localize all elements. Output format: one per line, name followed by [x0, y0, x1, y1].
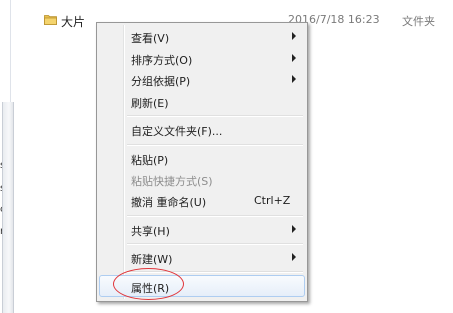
menu-item-group-by[interactable]: 分组依据(P): [99, 69, 305, 89]
menu-item-label: 排序方式(O): [131, 54, 193, 67]
menu-item-undo-rename[interactable]: 撤消 重命名(U) Ctrl+Z: [99, 190, 305, 210]
menu-item-label: 粘贴(P): [131, 154, 169, 167]
menu-item-customize-folder[interactable]: 自定义文件夹(F)...: [99, 119, 305, 139]
menu-item-shortcut: Ctrl+Z: [254, 194, 291, 207]
navigation-scrollbar[interactable]: [2, 102, 14, 313]
submenu-arrow-icon: [292, 54, 296, 62]
menu-item-label: 共享(H): [131, 225, 170, 238]
submenu-arrow-icon: [292, 253, 296, 261]
file-type: 文件夹: [402, 15, 435, 28]
menu-item-view[interactable]: 查看(V): [99, 26, 305, 46]
menu-item-label: 刷新(E): [131, 97, 169, 110]
context-menu: 查看(V) 排序方式(O) 分组依据(P) 刷新(E) 自定义文件夹(F)...…: [96, 22, 308, 302]
menu-separator: [127, 115, 303, 117]
menu-separator: [127, 215, 303, 217]
menu-separator: [127, 144, 303, 146]
submenu-arrow-icon: [292, 32, 296, 40]
menu-separator: [127, 243, 303, 245]
submenu-arrow-icon: [292, 75, 296, 83]
menu-item-refresh[interactable]: 刷新(E): [99, 91, 305, 111]
file-name: 大片: [61, 15, 86, 29]
menu-item-label: 新建(W): [131, 253, 173, 266]
menu-item-label: 自定义文件夹(F)...: [131, 125, 223, 138]
menu-item-paste-shortcut: 粘贴快捷方式(S): [99, 169, 305, 189]
menu-item-paste[interactable]: 粘贴(P): [99, 148, 305, 168]
menu-item-label: 撤消 重命名(U): [131, 196, 207, 209]
menu-item-label: 分组依据(P): [131, 75, 191, 88]
menu-item-new[interactable]: 新建(W): [99, 247, 305, 267]
annotation-circle: [113, 268, 184, 300]
submenu-arrow-icon: [292, 225, 296, 233]
menu-item-sort-by[interactable]: 排序方式(O): [99, 48, 305, 68]
menu-item-label: 粘贴快捷方式(S): [131, 175, 213, 188]
menu-item-label: 查看(V): [131, 32, 170, 45]
menu-item-share[interactable]: 共享(H): [99, 219, 305, 239]
folder-icon: [44, 14, 57, 25]
